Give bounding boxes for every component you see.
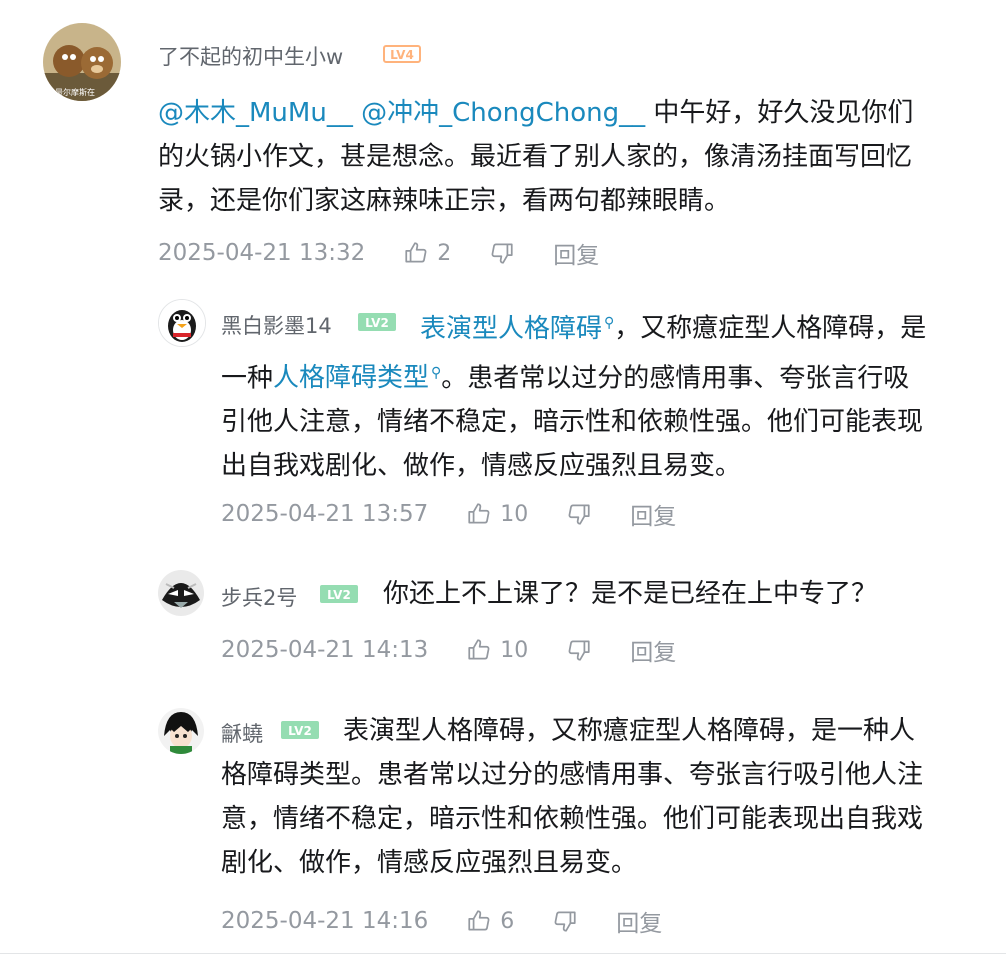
thumbs-down-icon <box>566 637 592 663</box>
avatar-caption: 最尔摩斯在 <box>55 88 95 97</box>
thumbs-up-icon <box>466 908 492 934</box>
reply1-meta: 2025-04-21 13:57 10 回复 <box>221 497 676 531</box>
reply3-line-4: 剧化、做作，情感反应强烈且易变。 <box>221 848 638 878</box>
root-level-badge: LV4 <box>383 45 421 63</box>
reply1-text: 表演型人格障碍 ⚲，又称癔症型人格障碍，是 一种人格障碍类型 ⚲。患者常以过分的感情… <box>221 301 991 488</box>
root-dislike-button[interactable] <box>489 240 515 266</box>
reply3-dislike-button[interactable] <box>552 908 578 934</box>
root-username[interactable]: 了不起的初中生小w <box>158 41 343 71</box>
reply3-like-button[interactable]: 6 <box>466 908 514 934</box>
reply1-line-2: 一种人格障碍类型 ⚲。患者常以过分的感情用事、夸张言行吸 <box>221 351 991 401</box>
reply2-meta: 2025-04-21 14:13 10 回复 <box>221 633 676 667</box>
thumbs-down-icon <box>489 240 515 266</box>
reply1-like-count: 10 <box>500 501 529 527</box>
reply2-dislike-button[interactable] <box>566 637 592 663</box>
reply2-reply-button[interactable]: 回复 <box>630 633 676 667</box>
root-like-button[interactable]: 2 <box>403 240 451 266</box>
reply2-username[interactable]: 步兵2号 <box>221 582 297 612</box>
reply1-line-3: 引他人注意，情绪不稳定，暗示性和依赖性强。他们可能表现 <box>221 407 924 438</box>
reply2-time: 2025-04-21 14:13 <box>221 637 429 663</box>
mention-mumu[interactable]: @木木_MuMu__ <box>158 98 353 128</box>
reply3-reply-button[interactable]: 回复 <box>616 904 662 938</box>
reply2-avatar[interactable] <box>158 570 204 616</box>
root-line-1: @木木_MuMu__ @冲冲_ChongChong__ 中午好，好久没见你们 <box>158 91 978 135</box>
reply1-text-c: 。患者常以过分的感情用事、夸张言行吸 <box>441 363 910 394</box>
reply3-meta: 2025-04-21 14:16 6 回复 <box>221 904 662 938</box>
reply1-line-4: 出自我戏剧化、做作，情感反应强烈且易变。 <box>221 451 742 482</box>
root-meta: 2025-04-21 13:32 2 回复 <box>158 236 599 270</box>
thumbs-down-icon <box>552 908 578 934</box>
reply3-line-2: 格障碍类型。患者常以过分的感情用事、夸张言行吸引他人注 <box>221 760 924 790</box>
reply1-line-1: 表演型人格障碍 ⚲，又称癔症型人格障碍，是 <box>221 301 991 351</box>
reply3-line-3: 意，情绪不稳定，暗示性和依赖性强。他们可能表现出自我戏 <box>221 804 924 834</box>
root-like-count: 2 <box>437 240 452 266</box>
reply3-text: 表演型人格障碍，又称癔症型人格障碍，是一种人 格障碍类型。患者常以过分的感情用事… <box>221 709 991 885</box>
thumbs-up-icon <box>466 637 492 663</box>
search-icon: ⚲ <box>431 364 442 381</box>
keyword-link-pd-type[interactable]: 人格障碍类型 ⚲ <box>273 363 441 393</box>
thumbs-down-icon <box>566 501 592 527</box>
search-icon: ⚲ <box>604 315 615 331</box>
reply3-line-1: 表演型人格障碍，又称癔症型人格障碍，是一种人 <box>343 716 916 746</box>
thumbs-up-icon <box>466 501 492 527</box>
root-reply-button[interactable]: 回复 <box>553 236 599 270</box>
keyword-link-histrionic[interactable]: 表演型人格障碍 ⚲ <box>420 314 614 344</box>
root-comment-text: @木木_MuMu__ @冲冲_ChongChong__ 中午好，好久没见你们 的… <box>158 91 978 223</box>
mention-chongchong[interactable]: @冲冲_ChongChong__ <box>361 98 645 128</box>
reply2-like-count: 10 <box>500 637 529 663</box>
reply1-time: 2025-04-21 13:57 <box>221 501 429 527</box>
reply1-dislike-button[interactable] <box>566 501 592 527</box>
reply1-text-b: 一种 <box>221 363 274 394</box>
reply1-text-a: ，又称癔症型人格障碍，是 <box>614 313 927 344</box>
reply1-avatar[interactable] <box>158 299 206 347</box>
root-time: 2025-04-21 13:32 <box>158 240 366 266</box>
reply3-like-count: 6 <box>500 908 515 934</box>
root-level-text: LV4 <box>390 48 414 62</box>
reply1-reply-button[interactable]: 回复 <box>630 497 676 531</box>
root-avatar[interactable]: 最尔摩斯在 <box>43 23 121 101</box>
root-line-3: 录，还是你们家这麻辣味正宗，看两句都辣眼睛。 <box>158 186 731 216</box>
reply3-avatar[interactable] <box>158 708 204 754</box>
reply3-time: 2025-04-21 14:16 <box>221 908 429 934</box>
root-text-line1: 中午好，好久没见你们 <box>645 98 914 128</box>
root-line-2: 的火锅小作文，甚是想念。最近看了别人家的，像清汤挂面写回忆 <box>158 142 913 172</box>
reply2-level-text: LV2 <box>327 588 351 602</box>
reply2-text: 你还上不上课了？是不是已经在上中专了？ <box>383 579 878 609</box>
keyword-pd-type-label: 人格障碍类型 <box>273 363 430 394</box>
thumbs-up-icon <box>403 240 429 266</box>
keyword-histrionic-label: 表演型人格障碍 <box>420 313 603 344</box>
reply2-like-button[interactable]: 10 <box>466 637 528 663</box>
reply1-like-button[interactable]: 10 <box>466 501 528 527</box>
reply2-level-badge: LV2 <box>320 585 358 603</box>
